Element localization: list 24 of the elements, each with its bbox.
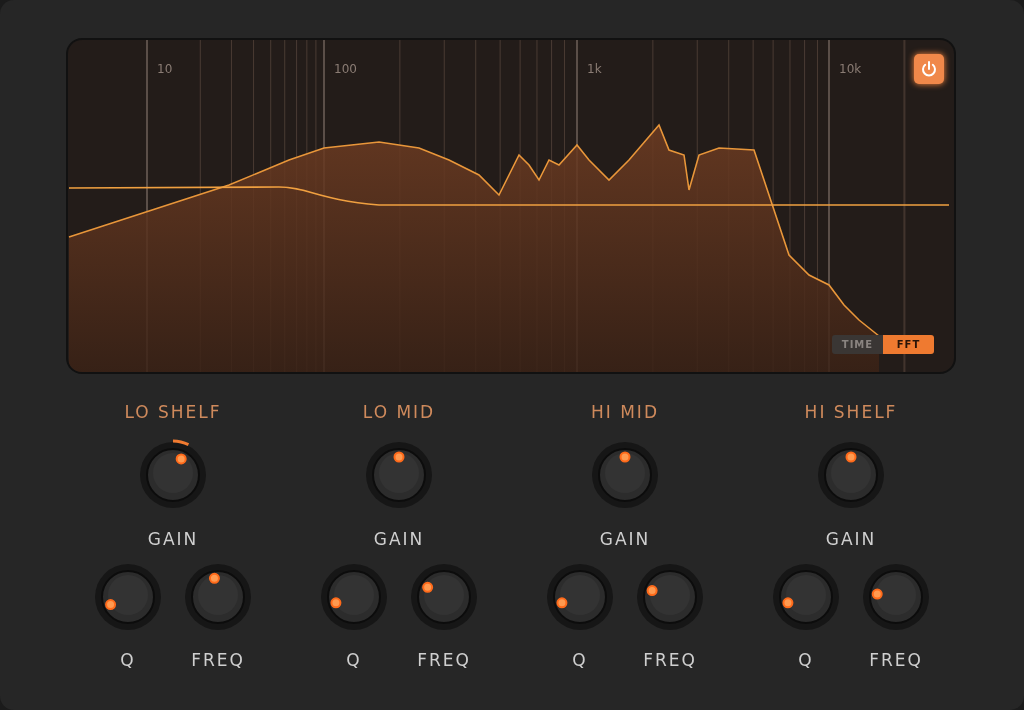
freq-label: FREQ: [191, 651, 245, 669]
q-label: Q: [572, 651, 588, 669]
band-title: LO SHELF: [124, 402, 222, 422]
power-button[interactable]: [914, 54, 944, 84]
band-title: HI MID: [591, 402, 659, 422]
frequency-label: 10: [157, 62, 173, 76]
freq-label: FREQ: [643, 651, 697, 669]
gain-label: GAIN: [599, 530, 651, 548]
frequency-label: 10k: [839, 62, 862, 76]
mode-toggle[interactable]: FFT: [883, 335, 934, 354]
freq-label: FREQ: [869, 651, 923, 669]
q-label: Q: [346, 651, 362, 669]
band-title: HI SHELF: [804, 402, 898, 422]
freq-label: FREQ: [417, 651, 471, 669]
frequency-label: 1k: [587, 62, 602, 76]
gain-label: GAIN: [147, 530, 199, 548]
gain-label: GAIN: [825, 530, 877, 548]
mode-toggle[interactable]: TIME: [832, 335, 883, 354]
q-label: Q: [120, 651, 136, 669]
q-label: Q: [798, 651, 814, 669]
frequency-label: 100: [334, 62, 357, 76]
gain-label: GAIN: [373, 530, 425, 548]
band-title: LO MID: [362, 402, 436, 422]
power-icon: [920, 60, 938, 78]
